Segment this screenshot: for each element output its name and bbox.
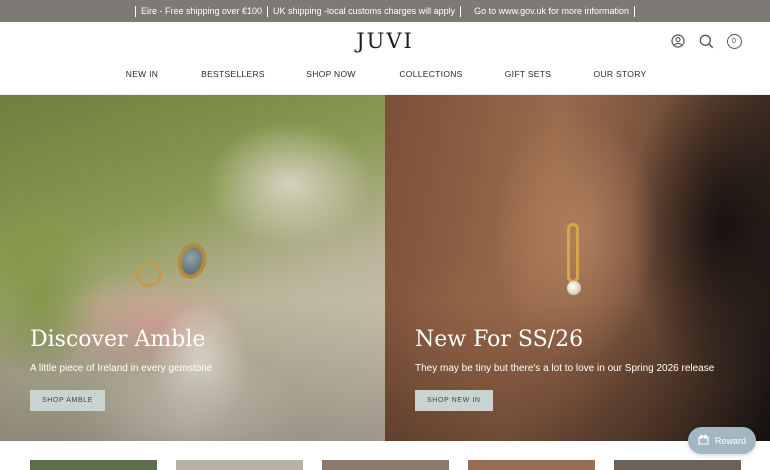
shop-amble-button[interactable]: SHOP AMBLE — [30, 390, 106, 411]
announcement-divider — [634, 5, 636, 17]
cart-count-badge: 0 — [726, 33, 742, 49]
announcement-message-shipping-uk: UK shipping -local customs charges will … — [273, 6, 456, 16]
announcement-message-gov-link[interactable]: Go to www.gov.uk for more information — [470, 6, 633, 16]
hero-image-earring — [567, 223, 579, 283]
hero-image-ring — [173, 239, 211, 283]
reward-label: Reward — [714, 435, 746, 446]
product-row — [0, 460, 770, 470]
product-thumbnail[interactable] — [30, 460, 157, 470]
hero-banner-amble[interactable]: Discover Amble A little piece of Ireland… — [0, 95, 385, 441]
shop-new-in-button[interactable]: SHOP NEW IN — [415, 390, 493, 411]
nav-item-bestsellers[interactable]: BESTSELLERS — [201, 69, 265, 79]
product-thumbnail[interactable] — [614, 460, 741, 470]
hero-subtitle: They may be tiny but there's a lot to lo… — [415, 363, 715, 374]
hero-image-earring-charm — [567, 281, 581, 295]
hero-title: Discover Amble — [30, 327, 206, 352]
nav-item-our-story[interactable]: OUR STORY — [594, 69, 647, 79]
reward-button[interactable]: Reward — [688, 427, 756, 454]
announcement-divider — [267, 5, 269, 17]
cart-icon[interactable]: 0 — [726, 33, 742, 49]
account-icon[interactable] — [670, 33, 686, 49]
announcement-divider — [460, 5, 462, 17]
header-icons: 0 — [670, 33, 742, 49]
product-thumbnail[interactable] — [176, 460, 303, 470]
product-thumbnail[interactable] — [322, 460, 449, 470]
main-navigation: NEW IN BESTSELLERS SHOP NOW COLLECTIONS … — [0, 69, 770, 83]
announcement-bar: Eire - Free shipping over €100 UK shippi… — [0, 0, 770, 22]
brand-logo[interactable]: JUVI — [0, 29, 770, 53]
hero-title: New For SS/26 — [415, 327, 584, 352]
product-thumbnail[interactable] — [468, 460, 595, 470]
nav-item-shop-now[interactable]: SHOP NOW — [306, 69, 355, 79]
announcement-message-shipping-eire: Eire - Free shipping over €100 — [140, 6, 263, 16]
nav-item-new-in[interactable]: NEW IN — [126, 69, 159, 79]
nav-item-collections[interactable]: COLLECTIONS — [399, 69, 462, 79]
gift-icon — [698, 434, 709, 447]
hero-banner-new-in[interactable]: New For SS/26 They may be tiny but there… — [385, 95, 770, 441]
nav-item-gift-sets[interactable]: GIFT SETS — [505, 69, 551, 79]
hero-subtitle: A little piece of Ireland in every gemst… — [30, 363, 213, 374]
site-header: JUVI 0 NEW IN BESTSELLERS SHOP NOW COLLE… — [0, 22, 770, 95]
search-icon[interactable] — [698, 33, 714, 49]
hero-image-ring — [132, 257, 166, 291]
announcement-divider — [134, 5, 136, 17]
